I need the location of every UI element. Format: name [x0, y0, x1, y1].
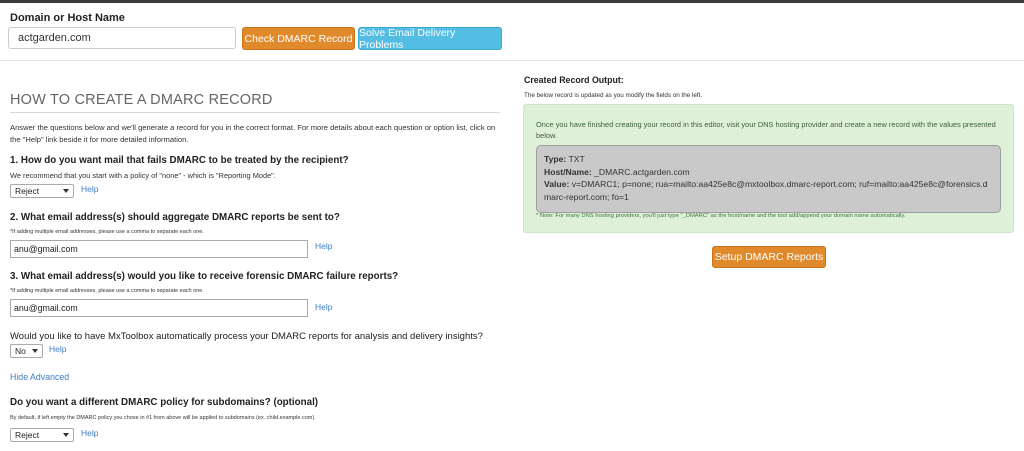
q2-title: 2. What email address(s) should aggregat… — [10, 212, 340, 223]
subdomain-policy-select-value: Reject — [15, 430, 40, 440]
q1-note: We recommend that you start with a polic… — [10, 171, 276, 180]
output-subtitle: The below record is updated as you modif… — [524, 92, 703, 99]
record-host-row: Host/Name: _DMARC.actgarden.com — [544, 166, 993, 179]
setup-dmarc-reports-button[interactable]: Setup DMARC Reports — [712, 246, 826, 268]
policy-select-value: Reject — [15, 186, 40, 196]
q3-note: *If adding multiple email addresses, ple… — [10, 288, 204, 294]
header-divider — [0, 60, 1024, 61]
subdomain-policy-select[interactable]: Reject — [10, 428, 74, 442]
q3-help-link[interactable]: Help — [315, 302, 332, 312]
ruf-email-input[interactable]: anu@gmail.com — [10, 299, 308, 317]
record-value-label: Value: — [544, 179, 570, 189]
q1-title: 1. How do you want mail that fails DMARC… — [10, 155, 349, 166]
q5-note: By default, if left empty the DMARC poli… — [10, 415, 316, 421]
record-box: Type: TXT Host/Name: _DMARC.actgarden.co… — [536, 145, 1001, 213]
solve-delivery-button[interactable]: Solve Email Delivery Problems — [358, 27, 502, 51]
policy-select[interactable]: Reject — [10, 184, 74, 198]
rua-email-input[interactable]: anu@gmail.com — [10, 240, 308, 258]
output-title: Created Record Output: — [524, 75, 624, 85]
q1-help-link[interactable]: Help — [81, 184, 98, 194]
record-host-value: _DMARC.actgarden.com — [594, 166, 690, 177]
process-reports-select-value: No — [15, 346, 26, 356]
q4-help-link[interactable]: Help — [49, 344, 66, 354]
q2-help-link[interactable]: Help — [315, 241, 332, 251]
process-reports-select[interactable]: No — [10, 344, 43, 358]
intro-text: Answer the questions below and we'll gen… — [10, 123, 496, 144]
record-type-row: Type: TXT — [544, 153, 993, 166]
domain-input[interactable] — [8, 27, 236, 49]
hide-advanced-link[interactable]: Hide Advanced — [10, 372, 69, 382]
q2-note: *If adding multiple email addresses, ple… — [10, 229, 204, 235]
record-output-panel: Once you have finished creating your rec… — [523, 104, 1014, 233]
output-instructions: Once you have finished creating your rec… — [536, 120, 996, 140]
record-value-row: Value: v=DMARC1; p=none; rua=mailto:aa42… — [544, 178, 993, 203]
record-host-label: Host/Name: — [544, 166, 592, 177]
domain-label: Domain or Host Name — [10, 12, 125, 24]
q4-title: Would you like to have MxToolbox automat… — [10, 331, 483, 342]
chevron-down-icon — [63, 433, 69, 437]
record-type-value: TXT — [568, 154, 585, 164]
chevron-down-icon — [32, 349, 38, 353]
record-type-label: Type: — [544, 154, 567, 164]
title-divider — [10, 112, 500, 113]
record-value-value: v=DMARC1; p=none; rua=mailto:aa425e8c@mx… — [544, 179, 988, 202]
chevron-down-icon — [63, 189, 69, 193]
page-title: HOW TO CREATE A DMARC RECORD — [10, 92, 273, 108]
q3-title: 3. What email address(s) would you like … — [10, 271, 399, 282]
top-bar — [0, 0, 1024, 3]
q5-help-link[interactable]: Help — [81, 428, 98, 438]
q5-title: Do you want a different DMARC policy for… — [10, 397, 319, 408]
check-dmarc-button[interactable]: Check DMARC Record — [242, 27, 355, 50]
output-note: * Note: For many DNS hosting providers, … — [536, 213, 906, 219]
